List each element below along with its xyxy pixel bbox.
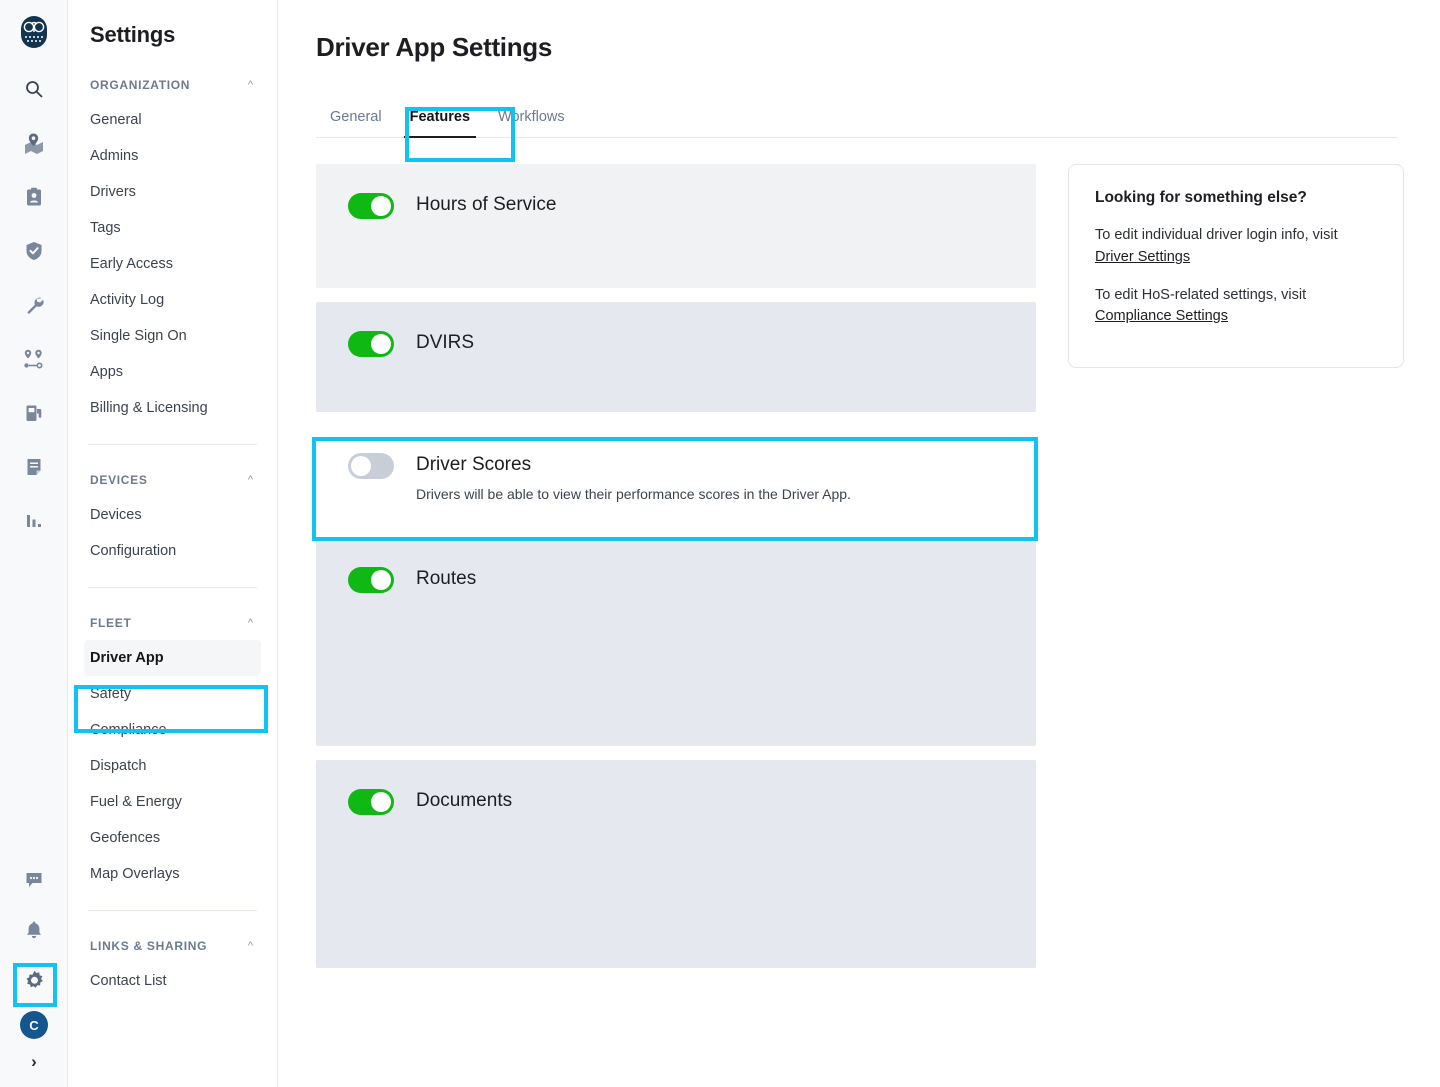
- wrench-icon[interactable]: [11, 282, 57, 328]
- feature-label: Hours of Service: [416, 194, 557, 215]
- nav-divider: [88, 444, 257, 445]
- document-icon[interactable]: [11, 444, 57, 490]
- tab-workflows[interactable]: Workflows: [484, 99, 579, 137]
- bell-icon[interactable]: [11, 907, 57, 953]
- info-text: To edit individual driver login info, vi…: [1095, 227, 1338, 243]
- link-driver-settings[interactable]: Driver Settings: [1095, 249, 1190, 265]
- nav-section-links-sharing: LINKS & SHARING ^ Contact List: [84, 939, 261, 999]
- nav-section-fleet: FLEET ^ Driver App Safety Compliance Dis…: [84, 616, 261, 892]
- nav-section-header-organization[interactable]: ORGANIZATION ^: [84, 78, 261, 92]
- feature-label: Routes: [416, 568, 477, 589]
- toggle-routes[interactable]: [348, 567, 394, 593]
- rail-icon-list: [11, 66, 57, 552]
- feature-label: Driver Scores: [416, 454, 532, 475]
- route-icon[interactable]: [11, 336, 57, 382]
- info-panel-line-2: To edit HoS-related settings, visit Comp…: [1095, 285, 1377, 329]
- info-text: To edit HoS-related settings, visit: [1095, 286, 1307, 303]
- id-card-icon[interactable]: [11, 174, 57, 220]
- sidebar-item-devices[interactable]: Devices: [84, 497, 261, 533]
- sidebar-item-drivers[interactable]: Drivers: [84, 174, 261, 210]
- main-content: Driver App Settings General Features Wor…: [278, 0, 1440, 1087]
- gear-icon[interactable]: [11, 957, 57, 1003]
- sidebar-item-billing-licensing[interactable]: Billing & Licensing: [84, 390, 261, 426]
- sidebar-item-map-overlays[interactable]: Map Overlays: [84, 856, 261, 892]
- tab-bar: General Features Workflows: [316, 99, 1398, 138]
- tab-general[interactable]: General: [316, 99, 396, 137]
- sidebar-item-driver-app[interactable]: Driver App: [84, 640, 261, 676]
- rail-bottom-icons: C ›: [0, 857, 68, 1079]
- sidebar-item-fuel-energy[interactable]: Fuel & Energy: [84, 784, 261, 820]
- page-title: Driver App Settings: [316, 32, 553, 62]
- link-compliance-settings[interactable]: Compliance Settings: [1095, 308, 1228, 324]
- search-icon[interactable]: [11, 66, 57, 112]
- toggle-knob: [371, 570, 391, 590]
- nav-section-label: ORGANIZATION: [90, 78, 191, 92]
- nav-section-header-links-sharing[interactable]: LINKS & SHARING ^: [84, 939, 261, 953]
- chevron-up-icon[interactable]: ^: [248, 79, 253, 91]
- feature-card-documents: Documents: [316, 760, 1036, 968]
- toggle-knob: [371, 334, 391, 354]
- settings-nav-panel: Settings ORGANIZATION ^ General Admins D…: [68, 0, 278, 1087]
- sidebar-item-apps[interactable]: Apps: [84, 354, 261, 390]
- nav-divider: [88, 587, 257, 588]
- app-icon-rail: C ›: [0, 0, 68, 1087]
- feature-label: Documents: [416, 790, 513, 811]
- chat-icon[interactable]: [11, 857, 57, 903]
- sidebar-item-contact-list[interactable]: Contact List: [84, 963, 261, 999]
- nav-section-label: LINKS & SHARING: [90, 939, 208, 953]
- expand-rail-button[interactable]: ›: [12, 1045, 56, 1079]
- fuel-pump-icon[interactable]: [11, 390, 57, 436]
- page-heading-settings: Settings: [90, 22, 176, 47]
- sidebar-item-tags[interactable]: Tags: [84, 210, 261, 246]
- toggle-knob: [351, 456, 371, 476]
- info-panel: Looking for something else? To edit indi…: [1068, 164, 1404, 368]
- toggle-driver-scores[interactable]: [348, 453, 394, 479]
- shield-check-icon[interactable]: [11, 228, 57, 274]
- map-pin-icon[interactable]: [11, 120, 57, 166]
- bar-chart-icon[interactable]: [11, 498, 57, 544]
- info-panel-line-1: To edit individual driver login info, vi…: [1095, 225, 1377, 269]
- sidebar-item-safety[interactable]: Safety: [84, 676, 261, 712]
- nav-divider: [88, 910, 257, 911]
- nav-section-header-devices[interactable]: DEVICES ^: [84, 473, 261, 487]
- chevron-up-icon[interactable]: ^: [248, 474, 253, 486]
- feature-card-routes: Routes: [316, 538, 1036, 746]
- toggle-documents[interactable]: [348, 789, 394, 815]
- avatar[interactable]: C: [20, 1011, 48, 1039]
- sidebar-item-admins[interactable]: Admins: [84, 138, 261, 174]
- nav-section-label: DEVICES: [90, 473, 148, 487]
- chevron-up-icon[interactable]: ^: [248, 617, 253, 629]
- feature-label: DVIRS: [416, 332, 475, 353]
- sidebar-item-single-sign-on[interactable]: Single Sign On: [84, 318, 261, 354]
- chevron-up-icon[interactable]: ^: [248, 940, 253, 952]
- nav-section-label: FLEET: [90, 616, 132, 630]
- tab-features[interactable]: Features: [396, 99, 484, 138]
- sidebar-item-general[interactable]: General: [84, 102, 261, 138]
- feature-card-driver-scores: Driver Scores Drivers will be able to vi…: [316, 426, 1036, 524]
- toggle-knob: [371, 196, 391, 216]
- info-panel-title: Looking for something else?: [1095, 189, 1307, 206]
- feature-description: Drivers will be able to view their perfo…: [416, 485, 851, 502]
- nav-section-header-fleet[interactable]: FLEET ^: [84, 616, 261, 630]
- feature-card-list: Hours of Service DVIRS Driver Scores Dri…: [316, 164, 1036, 982]
- content-row: Hours of Service DVIRS Driver Scores Dri…: [316, 164, 1404, 982]
- nav-section-devices: DEVICES ^ Devices Configuration: [84, 473, 261, 569]
- feature-card-dvirs: DVIRS: [316, 302, 1036, 412]
- toggle-dvirs[interactable]: [348, 331, 394, 357]
- sidebar-item-early-access[interactable]: Early Access: [84, 246, 261, 282]
- sidebar-item-configuration[interactable]: Configuration: [84, 533, 261, 569]
- sidebar-item-geofences[interactable]: Geofences: [84, 820, 261, 856]
- toggle-hours-of-service[interactable]: [348, 193, 394, 219]
- nav-section-organization: ORGANIZATION ^ General Admins Drivers Ta…: [84, 78, 261, 426]
- owl-logo[interactable]: [16, 14, 52, 50]
- sidebar-item-compliance[interactable]: Compliance: [84, 712, 261, 748]
- sidebar-item-activity-log[interactable]: Activity Log: [84, 282, 261, 318]
- feature-card-hours-of-service: Hours of Service: [316, 164, 1036, 288]
- toggle-knob: [371, 792, 391, 812]
- sidebar-item-dispatch[interactable]: Dispatch: [84, 748, 261, 784]
